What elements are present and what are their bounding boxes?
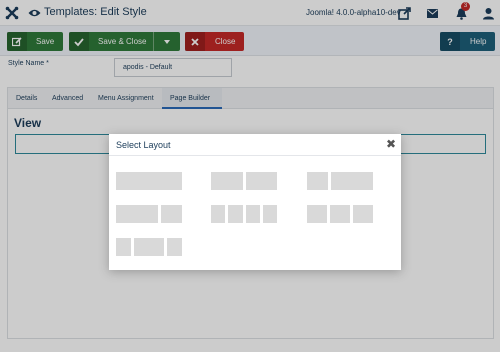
layout-option-layout-12[interactable] [116,172,182,190]
layout-column-block [116,238,131,256]
modal-header: Select Layout ✖ [109,134,401,156]
layout-column-block [307,172,328,190]
layout-column-block [245,205,260,223]
layout-column-block [167,238,182,256]
layout-option-layout-8-4[interactable] [116,205,182,223]
layout-column-block [262,205,278,223]
layout-option-layout-3-3-3-3[interactable] [211,205,278,223]
layout-column-block [228,205,243,223]
layout-column-block [307,205,327,223]
layout-column-block [245,172,277,190]
layout-option-layout-3-6-3[interactable] [116,238,182,256]
layout-column-block [353,205,373,223]
layout-option-layout-6-6[interactable] [211,172,277,190]
close-icon[interactable]: ✖ [386,138,396,150]
select-layout-modal: Select Layout ✖ [109,134,401,270]
layout-column-block [134,238,164,256]
layout-column-block [211,205,226,223]
layout-option-layout-4-8[interactable] [307,172,373,190]
layout-column-block [116,172,182,190]
layout-option-layout-4-4-4[interactable] [307,205,373,223]
layout-column-block [116,205,158,223]
layout-column-block [331,172,373,190]
modal-title: Select Layout [116,140,171,150]
layout-column-block [161,205,182,223]
layout-column-block [211,172,243,190]
layout-column-block [330,205,350,223]
